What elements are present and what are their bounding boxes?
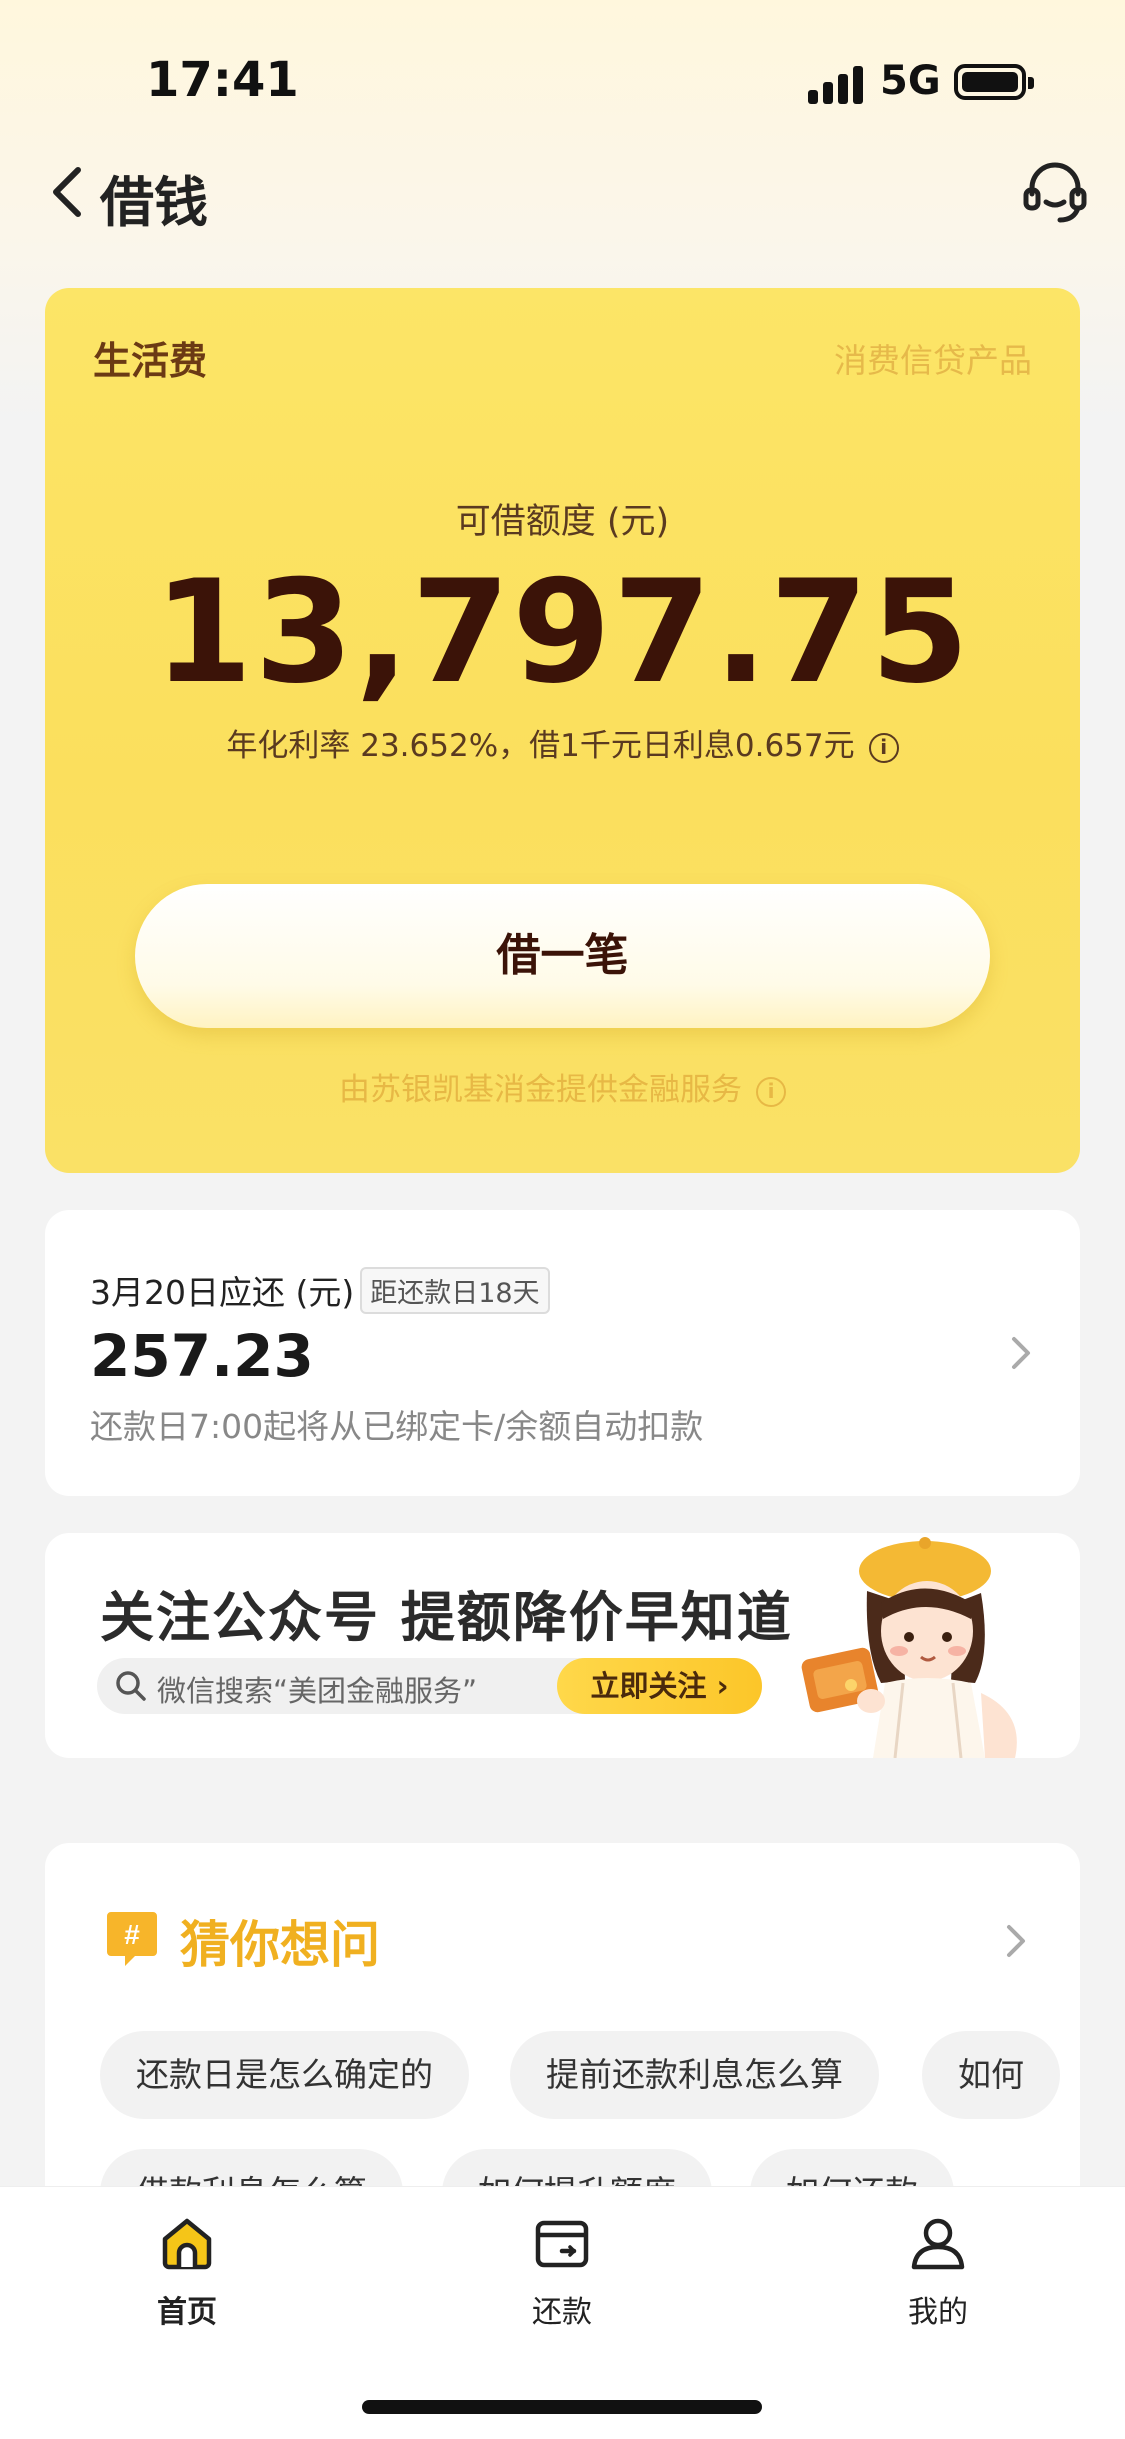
chevron-right-icon: [1012, 1337, 1030, 1369]
loan-card: 生活费 消费信贷产品 可借额度 (元) 13,797.75 年化利率 23.65…: [45, 288, 1080, 1173]
rate-info: 年化利率 23.652%，借1千元日利息0.657元 i: [45, 720, 1080, 765]
battery-icon: [954, 64, 1034, 100]
status-bar: 17:41 5G: [0, 0, 1125, 160]
faq-chip[interactable]: 如何: [922, 2031, 1060, 2119]
tab-label: 我的: [908, 2295, 968, 2330]
tab-repay[interactable]: 还款: [462, 2213, 662, 2331]
repayment-amount: 257.23: [90, 1322, 314, 1390]
rate-text: 年化利率 23.652%，借1千元日利息0.657元: [226, 728, 855, 764]
repayment-card[interactable]: 3月20日应还 (元) 距还款日18天 257.23 还款日7:00起将从已绑定卡…: [45, 1210, 1080, 1496]
signal-icon: [808, 66, 864, 104]
provider-info: 由苏银凯基消金提供金融服务 i: [45, 1064, 1080, 1109]
chevron-right-icon[interactable]: [1005, 1923, 1027, 1959]
product-type: 消费信贷产品: [834, 341, 1032, 380]
search-icon: [116, 1671, 146, 1701]
days-until-due-badge: 距还款日18天: [360, 1267, 550, 1314]
status-time: 17:41: [146, 52, 299, 108]
repayment-title-text: 3月20日应还 (元): [90, 1273, 355, 1312]
tab-me[interactable]: 我的: [838, 2213, 1038, 2331]
wallet-icon: [535, 2220, 589, 2268]
banner-search-hint: 微信搜索“美团金融服务” 立即关注 ›: [97, 1658, 762, 1714]
follow-banner[interactable]: 关注公众号 提额降价早知道 微信搜索“美团金融服务” 立即关注 ›: [45, 1533, 1080, 1758]
page-title: 借钱: [100, 171, 208, 234]
faq-title: 猜你想问: [180, 1916, 380, 1974]
hashtag-icon: #: [107, 1912, 157, 1966]
home-icon: [162, 2218, 212, 2270]
repayment-title: 3月20日应还 (元) 距还款日18天: [90, 1266, 550, 1314]
banner-title: 关注公众号 提额降价早知道: [100, 1586, 793, 1649]
network-type: 5G: [880, 58, 941, 104]
product-label: 生活费: [93, 339, 208, 383]
repayment-note: 还款日7:00起将从已绑定卡/余额自动扣款: [90, 1407, 704, 1446]
mascot-illustration: [801, 1537, 1017, 1758]
provider-text: 由苏银凯基消金提供金融服务: [339, 1072, 742, 1108]
back-arrow-icon[interactable]: [48, 164, 88, 220]
banner-search-text: 微信搜索“美团金融服务”: [157, 1674, 478, 1708]
svg-text:#: #: [124, 1919, 140, 1950]
info-icon[interactable]: i: [868, 732, 899, 763]
home-indicator: [362, 2400, 762, 2414]
tab-label: 首页: [157, 2295, 217, 2330]
limit-value: 13,797.75: [153, 550, 972, 715]
customer-service-icon[interactable]: [1020, 156, 1090, 226]
user-icon: [911, 2218, 965, 2270]
follow-button[interactable]: 立即关注 ›: [557, 1658, 762, 1714]
tab-label: 还款: [532, 2295, 592, 2330]
faq-chip[interactable]: 提前还款利息怎么算: [510, 2031, 879, 2119]
limit-caption: 可借额度 (元): [455, 502, 670, 542]
faq-chip[interactable]: 还款日是怎么确定的: [100, 2031, 469, 2119]
tab-home[interactable]: 首页: [87, 2213, 287, 2331]
borrow-button[interactable]: 借一笔: [135, 884, 990, 1028]
info-icon[interactable]: i: [756, 1076, 786, 1107]
